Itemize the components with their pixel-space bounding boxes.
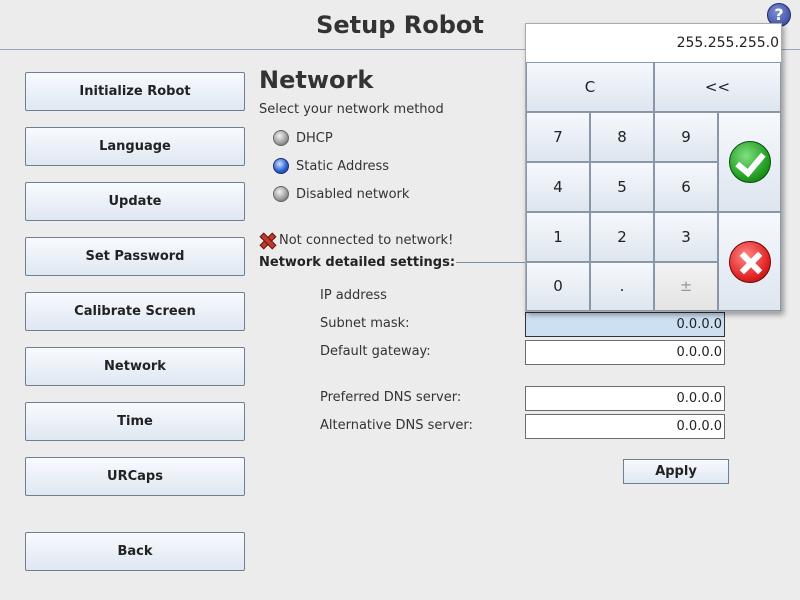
key-plus-minus: ±: [654, 262, 718, 311]
details-heading: Network detailed settings:: [259, 255, 456, 270]
sidebar-item-calibrate-screen[interactable]: Calibrate Screen: [25, 292, 245, 331]
cancel-icon: [728, 241, 771, 283]
numeric-keypad: 255.255.255.0 C << 7 8 9 4 5 6 1 2 3 0 .…: [525, 23, 782, 312]
key-7[interactable]: 7: [526, 112, 590, 162]
key-8[interactable]: 8: [590, 112, 654, 162]
connection-status: Not connected to network!: [259, 232, 453, 248]
key-6[interactable]: 6: [654, 162, 718, 212]
key-5[interactable]: 5: [590, 162, 654, 212]
key-decimal[interactable]: .: [590, 262, 654, 311]
sidebar-item-language[interactable]: Language: [25, 127, 245, 166]
radio-button-icon[interactable]: [273, 130, 289, 146]
radio-label: Disabled network: [296, 186, 410, 202]
preferred-dns-field[interactable]: 0.0.0.0: [525, 386, 725, 411]
radio-static-address[interactable]: Static Address: [273, 158, 389, 174]
cancel-button[interactable]: [718, 212, 781, 311]
ip-address-label: IP address: [320, 288, 387, 303]
details-divider: [456, 262, 536, 263]
default-gateway-field[interactable]: 0.0.0.0: [525, 340, 725, 365]
checkmark-icon: [728, 141, 771, 183]
radio-label: Static Address: [296, 158, 390, 174]
sidebar-item-network[interactable]: Network: [25, 347, 245, 386]
radio-button-icon[interactable]: [273, 186, 289, 202]
x-icon: [259, 232, 275, 248]
key-2[interactable]: 2: [590, 212, 654, 262]
subnet-mask-field[interactable]: 0.0.0.0: [525, 312, 725, 337]
radio-dhcp[interactable]: DHCP: [273, 130, 333, 146]
default-gateway-label: Default gateway:: [320, 344, 431, 359]
section-heading: Network: [259, 66, 374, 94]
apply-button[interactable]: Apply: [623, 459, 729, 484]
sidebar-item-set-password[interactable]: Set Password: [25, 237, 245, 276]
ok-button[interactable]: [718, 112, 781, 212]
key-0[interactable]: 0: [526, 262, 590, 311]
key-4[interactable]: 4: [526, 162, 590, 212]
key-3[interactable]: 3: [654, 212, 718, 262]
alternative-dns-label: Alternative DNS server:: [320, 418, 473, 433]
radio-label: DHCP: [296, 130, 333, 146]
key-1[interactable]: 1: [526, 212, 590, 262]
subnet-mask-label: Subnet mask:: [320, 316, 410, 331]
status-text: Not connected to network!: [279, 232, 454, 248]
preferred-dns-label: Preferred DNS server:: [320, 390, 462, 405]
sidebar-item-update[interactable]: Update: [25, 182, 245, 221]
sidebar-item-initialize-robot[interactable]: Initialize Robot: [25, 72, 245, 111]
radio-button-selected-icon[interactable]: [273, 158, 289, 174]
back-button[interactable]: Back: [25, 532, 245, 571]
sidebar-item-urcaps[interactable]: URCaps: [25, 457, 245, 496]
method-prompt: Select your network method: [259, 102, 444, 117]
backspace-button[interactable]: <<: [654, 62, 781, 112]
clear-button[interactable]: C: [526, 62, 654, 112]
alternative-dns-field[interactable]: 0.0.0.0: [525, 414, 725, 439]
sidebar-item-time[interactable]: Time: [25, 402, 245, 441]
key-9[interactable]: 9: [654, 112, 718, 162]
radio-disabled-network[interactable]: Disabled network: [273, 186, 409, 202]
keypad-display: 255.255.255.0: [676, 35, 779, 51]
